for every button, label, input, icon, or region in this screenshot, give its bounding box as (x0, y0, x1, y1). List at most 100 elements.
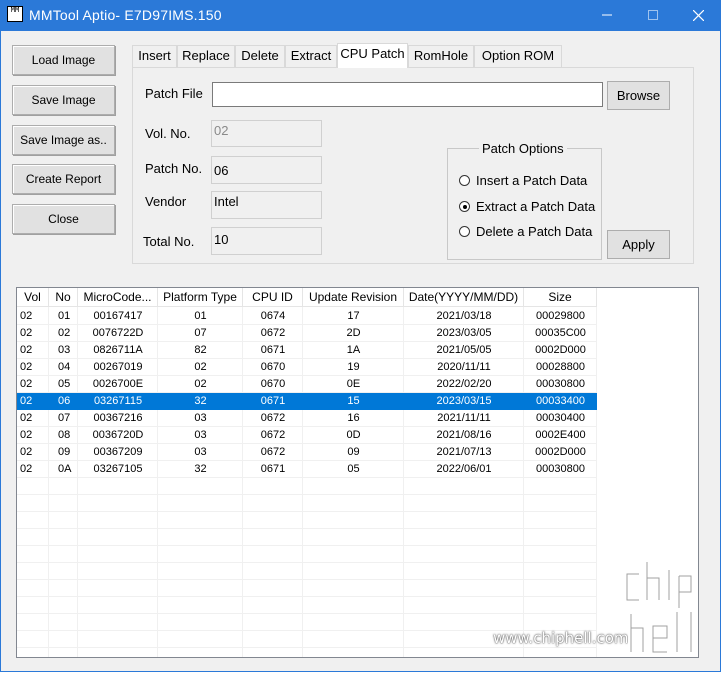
load-image-button[interactable]: Load Image (12, 45, 115, 75)
cell-vol: 02 (20, 429, 33, 441)
vendor-label: Vendor (145, 194, 187, 209)
patch-file-input[interactable] (212, 82, 603, 107)
radio-extract-label: Extract a Patch Data (476, 199, 596, 214)
column-header-size[interactable]: Size (524, 288, 597, 307)
cell-vol: 02 (20, 344, 33, 356)
vol-no-field: 02 (211, 120, 322, 147)
cell-platform-type: 02 (194, 361, 207, 373)
grid-row-line (17, 613, 597, 614)
cell-size: 00030800 (536, 378, 585, 390)
cell-platform-type: 03 (194, 429, 207, 441)
cell-platform-type: 03 (194, 446, 207, 458)
cell-platform-type: 03 (194, 412, 207, 424)
cell-cpu-id: 0670 (260, 361, 286, 373)
cell-no: 0A (58, 463, 72, 475)
table-row[interactable]: 02 05 0026700E 02 0670 0E 2022/02/20 00030800 (17, 376, 597, 393)
window-title: MMTool Aptio- E7D97IMS.150 (29, 7, 222, 23)
tab-insert[interactable]: Insert (132, 45, 177, 67)
cell-microcode: 0076722D (92, 327, 144, 339)
browse-button[interactable]: Browse (607, 81, 670, 110)
table-row[interactable]: 02 04 00267019 02 0670 19 2020/11/11 00028800 (17, 359, 597, 376)
save-image-as-button[interactable]: Save Image as.. (12, 125, 115, 155)
table-row[interactable]: 02 02 0076722D 07 0672 2D 2023/03/05 00035C00 (17, 325, 597, 342)
column-header-cpu-id[interactable]: CPU ID (243, 288, 303, 307)
radio-insert-indicator[interactable] (459, 175, 470, 186)
column-header-platform-type[interactable]: Platform Type (158, 288, 243, 307)
cell-update-revision: 05 (347, 463, 360, 475)
table-row[interactable]: 02 07 00367216 03 0672 16 2021/11/11 00030400 (17, 410, 597, 427)
cell-cpu-id: 0671 (260, 463, 286, 475)
title-bar[interactable]: MM MMTool Aptio- E7D97IMS.150 (1, 1, 720, 31)
cell-size: 00033400 (536, 395, 585, 407)
grid-row-line (17, 647, 597, 648)
cell-date: 2021/11/11 (437, 412, 491, 424)
close-button[interactable]: Close (12, 204, 115, 234)
column-header-vol[interactable]: Vol (17, 288, 49, 307)
grid-row-line (17, 545, 597, 546)
table-row[interactable]: 02 06 03267115 32 0671 15 2023/03/15 00033400 (17, 393, 597, 410)
cell-microcode: 00167417 (93, 310, 143, 322)
cell-no: 06 (58, 395, 71, 407)
table-row[interactable]: 02 03 0826711A 82 0671 1A 2021/05/05 0002D000 (17, 342, 597, 359)
cell-size: 00029800 (536, 310, 585, 322)
cell-cpu-id: 0670 (260, 378, 286, 390)
list-header: Vol No MicroCode... Platform Type CPU ID… (17, 288, 698, 307)
cell-size: 00028800 (536, 361, 585, 373)
column-header-no[interactable]: No (49, 288, 78, 307)
cell-update-revision: 15 (347, 395, 360, 407)
vendor-field: Intel (211, 191, 322, 219)
cell-no: 01 (58, 310, 71, 322)
total-no-field: 10 (211, 227, 322, 255)
table-row[interactable]: 02 0A 03267105 32 0671 05 2022/06/01 00030800 (17, 461, 597, 478)
patch-no-field: 06 (211, 156, 322, 184)
cell-vol: 02 (20, 395, 33, 407)
microcode-list[interactable]: Vol No MicroCode... Platform Type CPU ID… (16, 287, 699, 658)
radio-delete-indicator[interactable] (459, 226, 470, 237)
cell-platform-type: 02 (194, 378, 207, 390)
cell-no: 02 (58, 327, 71, 339)
column-header-microcode[interactable]: MicroCode... (78, 288, 158, 307)
radio-extract-indicator[interactable] (459, 201, 470, 212)
tab-option-rom[interactable]: Option ROM (474, 45, 562, 67)
apply-button[interactable]: Apply (607, 230, 670, 259)
create-report-button[interactable]: Create Report (12, 164, 115, 194)
cell-vol: 02 (20, 463, 33, 475)
cell-cpu-id: 0672 (260, 412, 286, 424)
save-image-button[interactable]: Save Image (12, 85, 115, 115)
grid-row-line (17, 562, 597, 563)
cell-platform-type: 01 (194, 310, 207, 322)
grid-row-line (17, 579, 597, 580)
main-window: MM MMTool Aptio- E7D97IMS.150 Load Image… (0, 0, 721, 672)
tab-extract[interactable]: Extract (285, 45, 337, 67)
patch-options-title: Patch Options (479, 141, 567, 156)
cell-cpu-id: 0671 (260, 344, 286, 356)
cell-size: 00030800 (536, 463, 585, 475)
cell-cpu-id: 0672 (260, 446, 286, 458)
cell-platform-type: 07 (194, 327, 207, 339)
tab-delete[interactable]: Delete (235, 45, 285, 67)
tab-cpu-patch[interactable]: CPU Patch (337, 43, 408, 68)
cell-size: 0002D000 (535, 446, 586, 458)
table-row[interactable]: 02 09 00367209 03 0672 09 2021/07/13 0002D000 (17, 444, 597, 461)
cell-date: 2021/07/13 (436, 446, 492, 458)
cell-microcode: 0036720D (92, 429, 144, 441)
tab-replace[interactable]: Replace (177, 45, 235, 67)
column-header-update-revision[interactable]: Update Revision (303, 288, 404, 307)
tab-romhole[interactable]: RomHole (408, 45, 474, 67)
minimize-icon[interactable] (584, 1, 630, 31)
column-header-date[interactable]: Date(YYYY/MM/DD) (404, 288, 524, 307)
cell-no: 05 (58, 378, 71, 390)
close-icon[interactable] (675, 1, 721, 31)
cell-vol: 02 (20, 327, 33, 339)
table-row[interactable]: 02 01 00167417 01 0674 17 2021/03/18 00029800 (17, 308, 597, 325)
total-no-label: Total No. (143, 234, 195, 249)
cell-size: 0002D000 (535, 344, 586, 356)
grid-row-line (17, 511, 597, 512)
cell-update-revision: 1A (346, 344, 361, 356)
cell-microcode: 03267115 (93, 395, 143, 407)
maximize-icon[interactable] (630, 1, 676, 31)
cell-microcode: 00367216 (93, 412, 143, 424)
table-row[interactable]: 02 08 0036720D 03 0672 0D 2021/08/16 0002E400 (17, 427, 597, 444)
cell-vol: 02 (20, 412, 33, 424)
cell-update-revision: 19 (347, 361, 360, 373)
